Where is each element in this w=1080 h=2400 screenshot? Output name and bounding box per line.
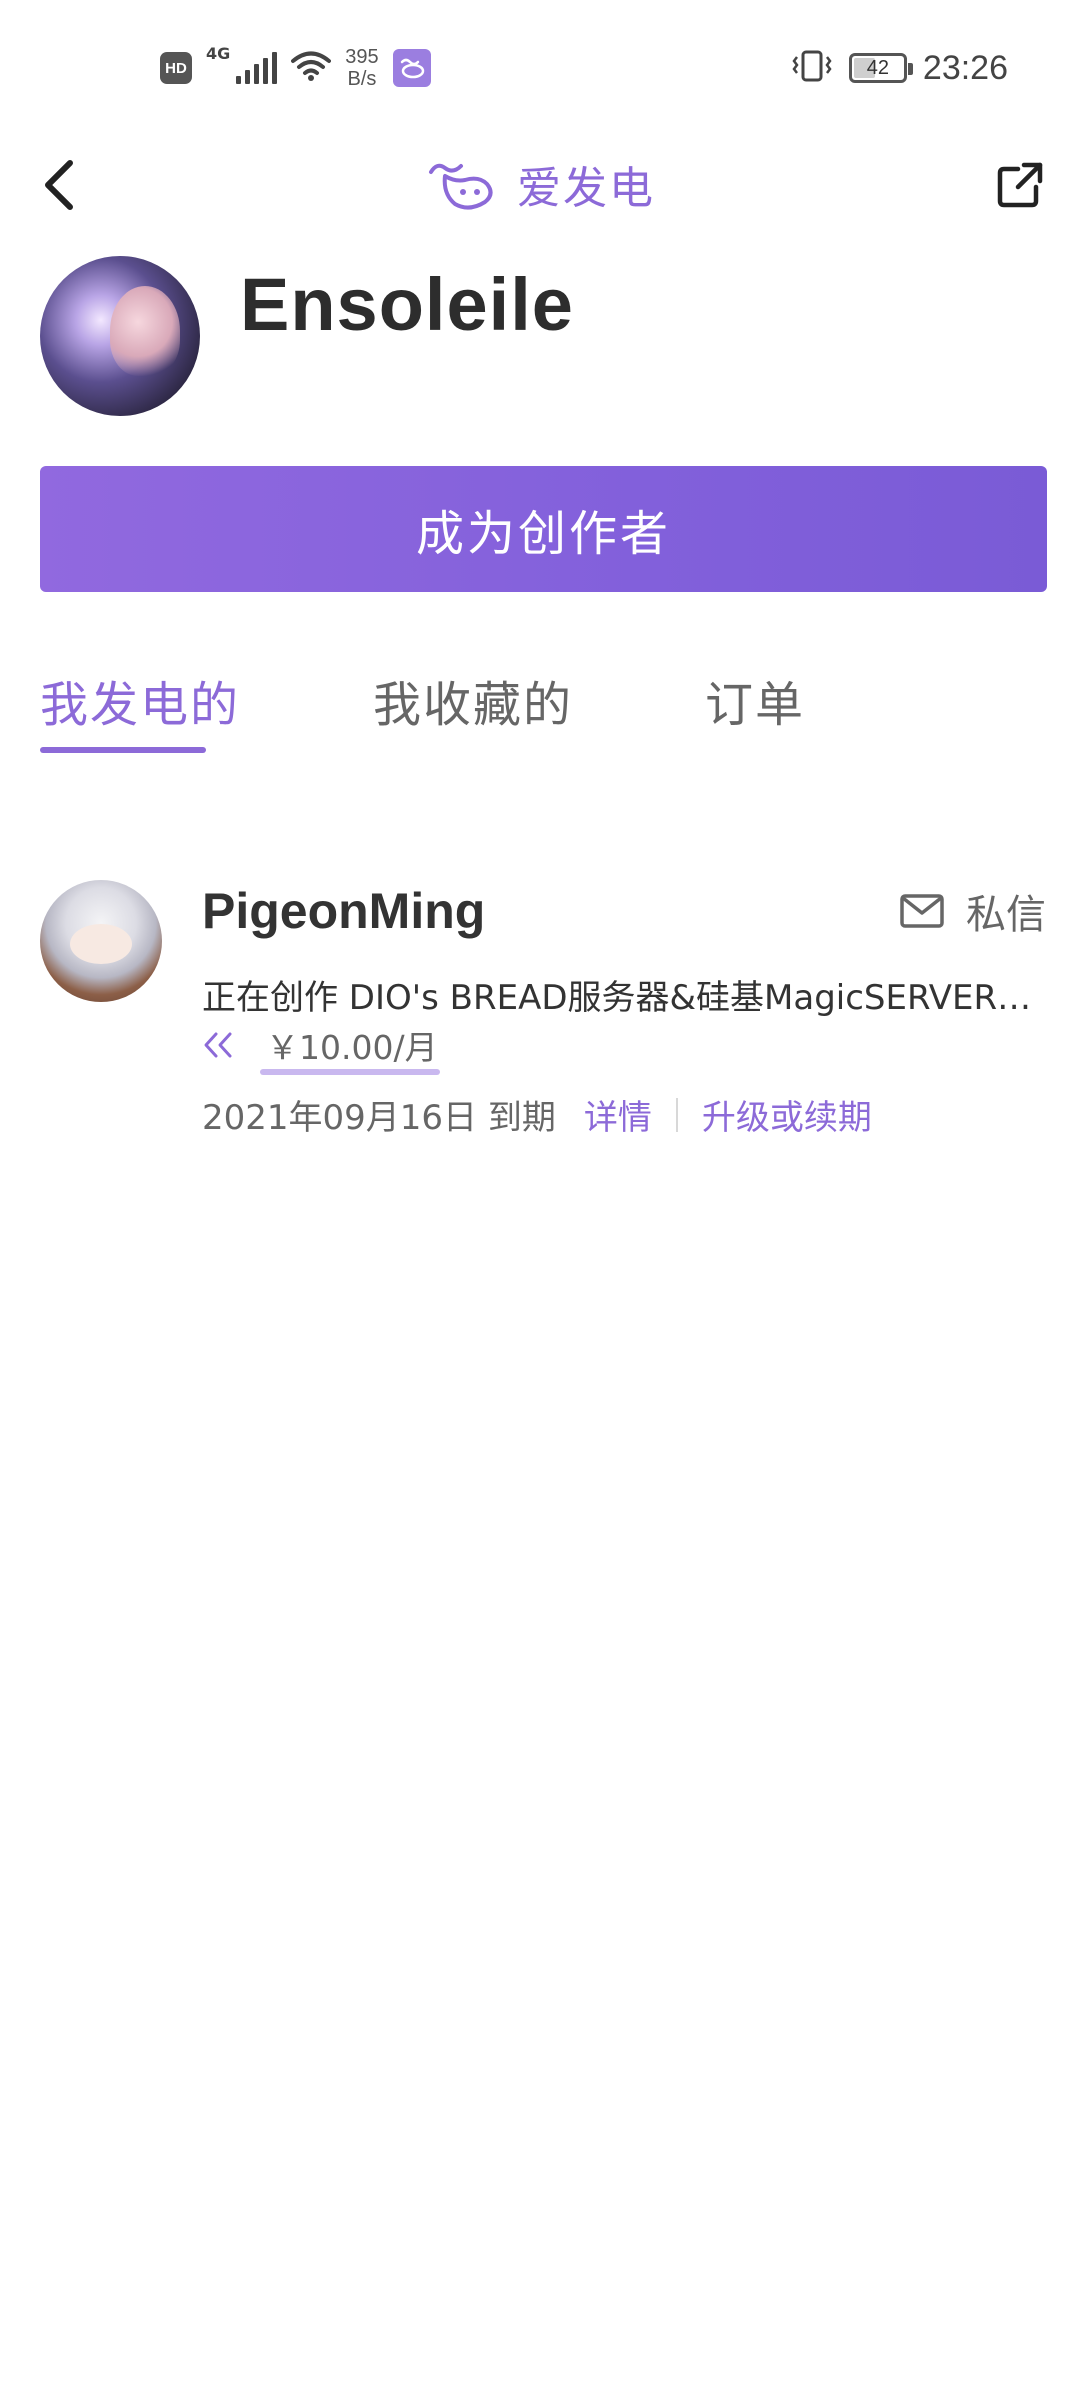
double-chevron-left-icon[interactable] xyxy=(202,1031,236,1059)
status-bar-left: HD 4G 395 B/s xyxy=(160,40,431,96)
expiry-date: 2021年09月16日 到期 xyxy=(202,1098,556,1138)
wifi-icon xyxy=(291,50,332,86)
network-type-label: 4G xyxy=(206,44,231,63)
profile-name: Ensoleile xyxy=(240,263,574,346)
signal-icon xyxy=(236,52,278,84)
price-row: ￥10.00/月 xyxy=(202,1020,440,1075)
battery-icon: 42 xyxy=(848,53,913,83)
creator-description: 正在创作 DIO's BREAD服务器&硅基MagicSERVER服务器 xyxy=(202,978,1046,1018)
share-button[interactable] xyxy=(990,155,1050,215)
network-speed: 395 B/s xyxy=(345,46,378,90)
page-title: 爱发电 xyxy=(517,163,655,214)
network-speed-value: 395 xyxy=(345,46,379,68)
details-link[interactable]: 详情 xyxy=(584,1090,652,1139)
external-share-icon xyxy=(997,162,1043,208)
creator-name[interactable]: PigeonMing xyxy=(202,882,485,940)
screen: HD 4G 395 B/s 42 23:26 爱发电 Ensoleile 成为创… xyxy=(0,0,1080,2400)
divider xyxy=(675,1097,678,1132)
tab-bar: 我发电的 我收藏的 订单 xyxy=(0,640,1080,760)
mail-icon xyxy=(900,894,944,928)
network-speed-unit: B/s xyxy=(347,68,377,90)
tab-my-sponsorships[interactable]: 我发电的 xyxy=(40,665,240,735)
become-creator-button[interactable]: 成为创作者 xyxy=(40,466,1047,592)
brand: 爱发电 xyxy=(0,152,1080,216)
upgrade-renew-link[interactable]: 升级或续期 xyxy=(702,1090,872,1139)
status-bar: HD 4G 395 B/s 42 23:26 xyxy=(0,0,1080,130)
nav-bar: 爱发电 xyxy=(0,130,1080,240)
afdian-logo-icon xyxy=(429,163,493,210)
battery-level: 42 xyxy=(866,56,890,79)
hd-icon: HD xyxy=(160,52,192,84)
subscription-meta: 2021年09月16日 到期 详情 升级或续期 xyxy=(202,1090,872,1139)
price-underline xyxy=(260,1069,440,1075)
status-bar-right: 42 23:26 xyxy=(791,40,1008,96)
private-message-label: 私信 xyxy=(966,892,1046,938)
creator-avatar[interactable] xyxy=(40,880,162,1002)
private-message-button[interactable]: 私信 xyxy=(900,882,1046,940)
plan-price: ￥10.00/月 xyxy=(260,1021,440,1075)
tab-orders[interactable]: 订单 xyxy=(705,665,805,735)
list-item[interactable]: PigeonMing 私信 正在创作 DIO's BREAD服务器&硅基Magi… xyxy=(0,860,1080,1160)
active-tab-indicator xyxy=(40,747,206,753)
app-notification-icon xyxy=(392,49,431,87)
plan-price-text: ￥10.00/月 xyxy=(266,1028,438,1067)
tab-my-favorites[interactable]: 我收藏的 xyxy=(373,665,573,735)
clock: 23:26 xyxy=(922,48,1008,87)
vibrate-icon xyxy=(791,49,833,87)
profile-avatar[interactable] xyxy=(40,256,200,416)
